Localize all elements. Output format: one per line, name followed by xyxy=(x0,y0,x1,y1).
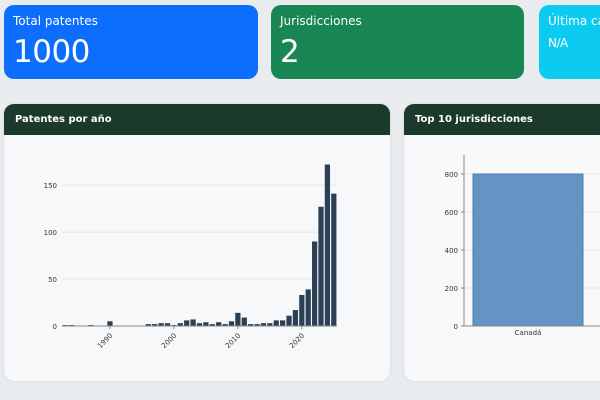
x-tick-label: 1990 xyxy=(96,332,114,350)
bar xyxy=(242,318,247,326)
bar xyxy=(318,207,323,326)
bar xyxy=(235,313,240,326)
y-tick-label: 400 xyxy=(445,247,458,255)
bar xyxy=(312,242,317,327)
top-jurisdictions-title: Top 10 jurisdicciones xyxy=(404,104,600,135)
bar xyxy=(299,295,304,326)
x-tick-label: 2010 xyxy=(224,332,242,350)
total-patents-card: Total patentes 1000 xyxy=(4,5,258,79)
bar xyxy=(107,321,112,326)
top-jurisdictions-chart: 0 200 400 600 800 Canadá xyxy=(404,135,600,381)
bar xyxy=(473,174,583,326)
jurisdictions-label: Jurisdicciones xyxy=(280,13,515,29)
y-tick-label: 800 xyxy=(445,171,458,179)
last-update-card: Última car N/A xyxy=(539,5,600,79)
patents-by-year-panel: Patentes por año 0 50 100 150 1990 2000 2010 20… xyxy=(4,104,390,381)
patents-by-year-chart: 0 50 100 150 1990 2000 2010 2020 xyxy=(4,135,390,381)
bar xyxy=(184,320,189,326)
x-tick-label: Canadá xyxy=(515,329,542,337)
bar xyxy=(274,320,279,326)
patents-by-year-title: Patentes por año xyxy=(4,104,390,135)
top-jurisdictions-panel: Top 10 jurisdicciones 0 200 400 600 800 Canad… xyxy=(404,104,600,381)
jurisdictions-card: Jurisdicciones 2 xyxy=(271,5,524,79)
bar xyxy=(306,289,311,326)
y-tick-label: 150 xyxy=(44,182,57,190)
y-tick-label: 200 xyxy=(445,285,458,293)
bar xyxy=(331,194,336,326)
bar xyxy=(216,322,221,326)
y-tick-label: 100 xyxy=(44,229,57,237)
bar xyxy=(229,321,234,326)
jurisdictions-value: 2 xyxy=(280,33,515,71)
total-patents-value: 1000 xyxy=(13,33,249,71)
y-tick-label: 50 xyxy=(48,276,57,284)
bar xyxy=(190,319,195,326)
last-update-label: Última car xyxy=(548,13,600,29)
bar xyxy=(293,310,298,326)
bar xyxy=(286,316,291,326)
x-tick-label: 2020 xyxy=(288,332,306,350)
bar xyxy=(203,322,208,326)
last-update-value: N/A xyxy=(548,35,600,51)
x-tick-label: 2000 xyxy=(160,332,178,350)
y-tick-label: 0 xyxy=(53,323,57,331)
bar xyxy=(325,165,330,326)
bar xyxy=(280,320,285,326)
y-tick-label: 0 xyxy=(454,323,458,331)
y-tick-label: 600 xyxy=(445,209,458,217)
total-patents-label: Total patentes xyxy=(13,13,249,29)
